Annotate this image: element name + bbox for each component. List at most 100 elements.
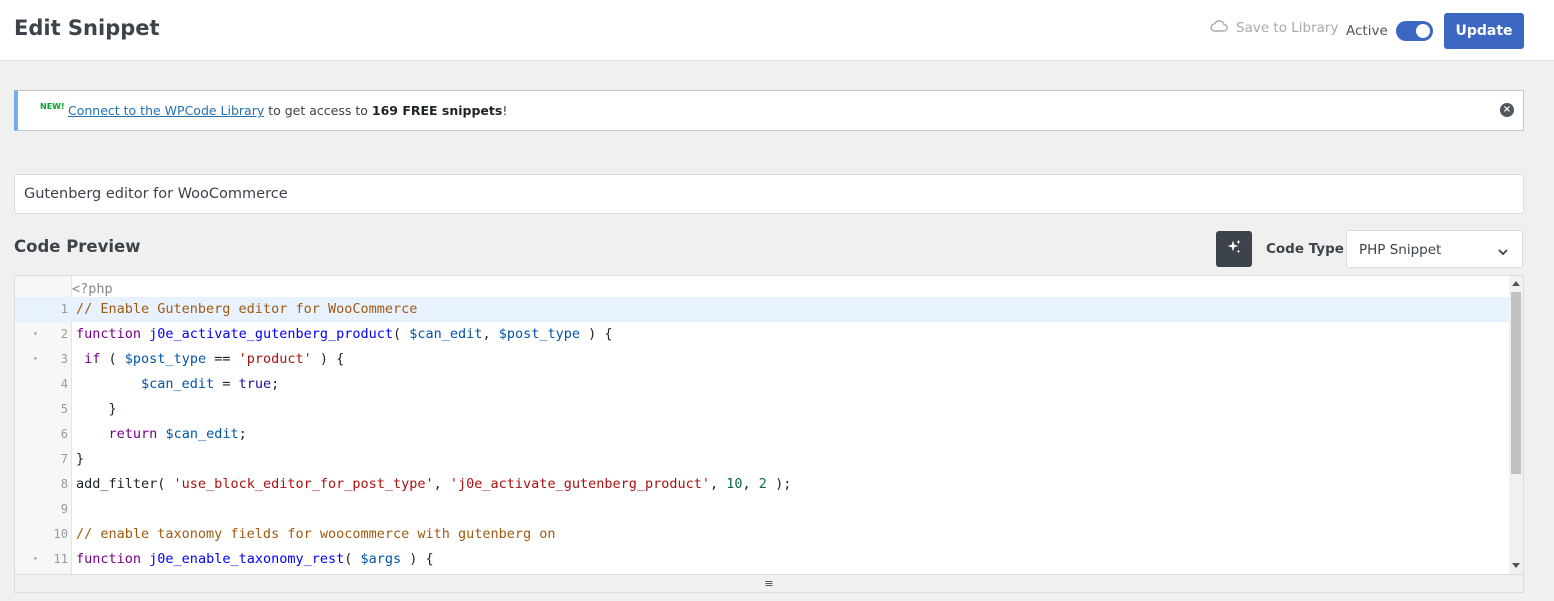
line-number: 11 (53, 552, 68, 566)
code-line[interactable]: 6 return $can_edit; (15, 422, 1509, 447)
active-toggle[interactable] (1396, 21, 1433, 41)
code-token: return (108, 426, 158, 442)
line-number: 6 (60, 427, 68, 441)
code-line[interactable]: 4 $can_edit = true; (15, 372, 1509, 397)
code-token: } (76, 401, 117, 417)
code-token: $can_edit (409, 326, 483, 342)
chevron-down-icon (1497, 243, 1509, 262)
line-code: if ( $post_type == 'product' ) { (76, 347, 344, 372)
notice-bold-text: 169 FREE snippets (371, 103, 503, 118)
scroll-thumb[interactable] (1511, 292, 1521, 474)
code-type-value: PHP Snippet (1359, 242, 1442, 258)
line-code: // Enable Gutenberg editor for WooCommer… (76, 297, 417, 322)
code-token: , (710, 476, 727, 492)
toggle-knob (1416, 24, 1430, 38)
code-token: // enable taxonomy fields for woocommerc… (76, 526, 556, 542)
line-number: 7 (60, 452, 68, 466)
code-token: $can_edit (141, 376, 215, 392)
notice-text-middle: to get access to (264, 103, 372, 118)
code-area[interactable]: <?php 1 // Enable Gutenberg editor for Wo… (15, 276, 1509, 574)
line-code: } (76, 397, 117, 422)
code-token: ) { (401, 551, 434, 567)
line-number: 5 (60, 402, 68, 416)
code-token: function (76, 551, 142, 567)
top-bar: Edit Snippet Save to Library Active Upda… (0, 0, 1554, 61)
code-token: function (76, 326, 142, 342)
code-token: // Enable Gutenberg editor for WooCommer… (76, 301, 418, 317)
code-token: ( (344, 551, 361, 567)
code-token: , (433, 476, 450, 492)
code-token: j0e_activate_gutenberg_product (149, 326, 394, 342)
code-token: 'product' (238, 351, 312, 367)
snippet-title-input[interactable] (14, 174, 1524, 214)
connect-library-link[interactable]: Connect to the WPCode Library (68, 103, 264, 118)
code-line[interactable]: ▾ 2 function j0e_activate_gutenberg_produc… (15, 322, 1509, 347)
code-type-select[interactable]: PHP Snippet (1346, 230, 1523, 268)
page-title: Edit Snippet (14, 16, 160, 40)
cloud-icon (1210, 20, 1228, 36)
code-preview-title: Code Preview (14, 237, 141, 256)
line-code: function j0e_enable_taxonomy_rest( $args… (76, 547, 434, 572)
code-line[interactable]: ▾ 3 if ( $post_type == 'product' ) { (15, 347, 1509, 372)
code-token: 10 (726, 476, 743, 492)
new-badge: NEW! (40, 102, 65, 111)
line-number: 3 (60, 352, 68, 366)
notice-text: Connect to the WPCode Library to get acc… (68, 103, 507, 118)
active-label: Active (1346, 23, 1388, 39)
code-token: ( (393, 326, 410, 342)
notice-text-end: ! (502, 103, 508, 118)
code-token: j0e_enable_taxonomy_rest (149, 551, 345, 567)
code-token: ( (100, 351, 125, 367)
code-token: ; (238, 426, 247, 442)
library-notice: NEW! Connect to the WPCode Library to ge… (14, 90, 1524, 131)
code-token: 2 (758, 476, 767, 492)
code-line[interactable]: 9 (15, 497, 1509, 522)
code-token: if (84, 351, 101, 367)
line-code: } (76, 447, 84, 472)
line-code: // enable taxonomy fields for woocommerc… (76, 522, 556, 547)
line-code: add_filter( 'use_block_editor_for_post_t… (76, 472, 791, 497)
scroll-up-arrow[interactable] (1512, 281, 1520, 286)
code-token: $post_type (498, 326, 580, 342)
editor-scrollbar[interactable] (1509, 276, 1523, 574)
code-type-label: Code Type (1266, 241, 1344, 257)
php-open-tag: <?php (72, 281, 113, 297)
code-token: , (742, 476, 759, 492)
code-token: 'use_block_editor_for_post_type' (173, 476, 434, 492)
code-token: true (238, 376, 272, 392)
save-to-library-button[interactable]: Save to Library (1210, 20, 1338, 36)
code-token: ) { (579, 326, 613, 342)
update-button[interactable]: Update (1444, 13, 1524, 49)
line-number: 4 (60, 377, 68, 391)
code-token: $can_edit (165, 426, 239, 442)
code-line[interactable]: 8 add_filter( 'use_block_editor_for_post_… (15, 472, 1509, 497)
scroll-down-arrow[interactable] (1512, 563, 1520, 568)
line-number: 1 (15, 297, 68, 322)
code-line[interactable]: 7} (15, 447, 1509, 472)
code-token: ) { (311, 351, 345, 367)
code-line[interactable]: 1 // Enable Gutenberg editor for WooComme… (15, 297, 1509, 322)
line-code: function j0e_activate_gutenberg_product(… (76, 322, 613, 347)
editor-resize-handle[interactable]: ≡ (14, 575, 1524, 593)
code-line[interactable]: ▾ 11 function j0e_enable_taxonomy_rest( $a… (15, 547, 1509, 572)
code-token: $post_type (124, 351, 207, 367)
line-number: 9 (60, 502, 68, 516)
code-token: , (482, 326, 499, 342)
line-number: 8 (60, 477, 68, 491)
ai-generate-button[interactable] (1216, 231, 1252, 267)
close-icon[interactable]: × (1500, 103, 1514, 117)
code-line[interactable]: 5 } (15, 397, 1509, 422)
code-token: == (206, 351, 239, 367)
code-token: $args (360, 551, 402, 567)
code-token: = (214, 376, 239, 392)
code-line[interactable]: 10 // enable taxonomy fields for woocomme… (15, 522, 1509, 547)
code-editor[interactable]: <?php 1 // Enable Gutenberg editor for Wo… (14, 275, 1524, 575)
sparkle-icon (1226, 239, 1242, 259)
code-token: add_filter( (76, 476, 174, 492)
line-number: 2 (60, 327, 68, 341)
line-code: return $can_edit; (76, 422, 247, 447)
